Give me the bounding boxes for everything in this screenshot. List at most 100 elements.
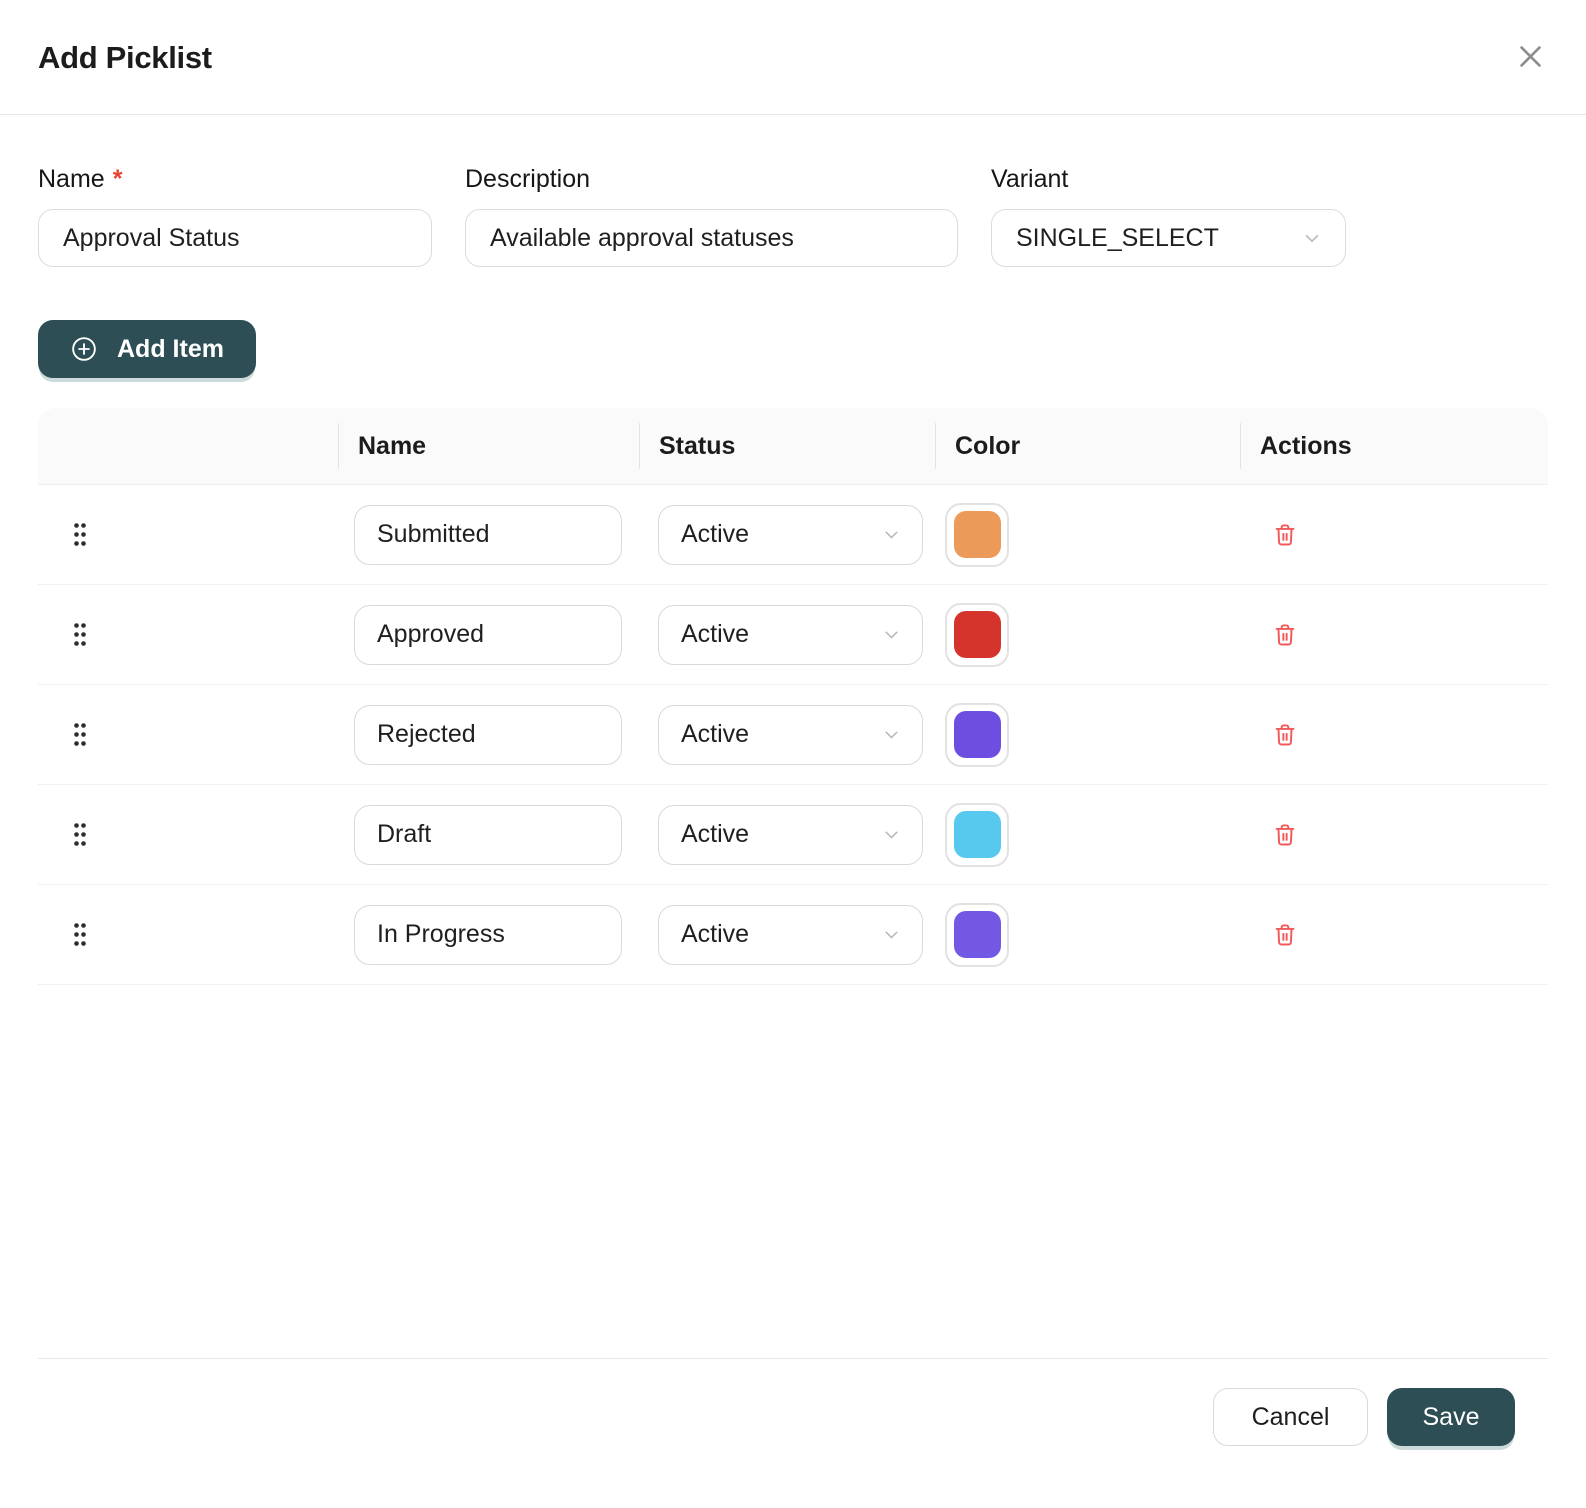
delete-item-button[interactable] bbox=[1264, 514, 1306, 556]
add-item-button[interactable]: Add Item bbox=[38, 320, 256, 378]
color-swatch bbox=[953, 611, 1001, 658]
item-status-select[interactable]: Active bbox=[658, 704, 923, 765]
cell-name bbox=[338, 504, 639, 565]
item-status-value: Active bbox=[681, 720, 750, 748]
page-title: Add Picklist bbox=[38, 40, 212, 75]
drag-dots-icon bbox=[72, 621, 88, 648]
cell-actions bbox=[1240, 514, 1548, 556]
chevron-down-icon bbox=[881, 824, 902, 845]
modal-header: Add Picklist bbox=[0, 0, 1586, 115]
color-swatch bbox=[953, 711, 1001, 758]
column-header-handle bbox=[38, 408, 338, 484]
item-name-input[interactable] bbox=[354, 504, 622, 565]
column-header-actions: Actions bbox=[1240, 408, 1548, 484]
table-row: Active bbox=[38, 885, 1548, 985]
delete-item-button[interactable] bbox=[1264, 814, 1306, 856]
chevron-down-icon bbox=[881, 624, 902, 645]
item-name-input[interactable] bbox=[354, 904, 622, 965]
item-name-input[interactable] bbox=[354, 804, 622, 865]
item-status-select[interactable]: Active bbox=[658, 904, 923, 965]
table-row: Active bbox=[38, 485, 1548, 585]
close-icon bbox=[1514, 40, 1547, 73]
variant-select[interactable]: SINGLE_SELECT bbox=[991, 209, 1346, 267]
plus-circle-icon bbox=[70, 335, 98, 363]
drag-dots-icon bbox=[72, 521, 88, 548]
description-input[interactable] bbox=[465, 209, 958, 267]
cell-handle bbox=[38, 517, 338, 553]
picklist-items-table: Name Status Color Actions Active bbox=[38, 408, 1548, 985]
cell-status: Active bbox=[639, 704, 935, 765]
picklist-form: Name* Description Variant SINGLE_SELECT bbox=[38, 165, 1548, 267]
color-swatch-button[interactable] bbox=[945, 902, 1009, 967]
cell-handle bbox=[38, 917, 338, 953]
color-swatch bbox=[953, 911, 1001, 958]
drag-dots-icon bbox=[72, 821, 88, 848]
drag-dots-icon bbox=[72, 721, 88, 748]
item-name-input[interactable] bbox=[354, 704, 622, 765]
color-swatch bbox=[953, 811, 1001, 858]
cell-color bbox=[935, 502, 1240, 567]
cell-actions bbox=[1240, 714, 1548, 756]
chevron-down-icon bbox=[881, 524, 902, 545]
close-button[interactable] bbox=[1512, 38, 1548, 74]
drag-handle[interactable] bbox=[72, 917, 100, 953]
item-status-value: Active bbox=[681, 520, 750, 548]
drag-handle[interactable] bbox=[72, 817, 100, 853]
chevron-down-icon bbox=[881, 724, 902, 745]
cell-status: Active bbox=[639, 904, 935, 965]
cell-status: Active bbox=[639, 504, 935, 565]
modal-footer: Cancel Save bbox=[38, 1358, 1548, 1446]
cell-name bbox=[338, 904, 639, 965]
item-status-select[interactable]: Active bbox=[658, 504, 923, 565]
name-label-text: Name bbox=[38, 165, 105, 193]
name-label: Name * bbox=[38, 165, 432, 194]
add-item-label: Add Item bbox=[117, 334, 224, 363]
color-swatch-button[interactable] bbox=[945, 702, 1009, 767]
required-asterisk: * bbox=[112, 165, 123, 193]
cell-status: Active bbox=[639, 804, 935, 865]
color-swatch-button[interactable] bbox=[945, 502, 1009, 567]
item-status-select[interactable]: Active bbox=[658, 804, 923, 865]
item-status-select[interactable]: Active bbox=[658, 604, 923, 665]
variant-select-value: SINGLE_SELECT bbox=[1016, 223, 1219, 252]
cell-actions bbox=[1240, 614, 1548, 656]
cell-name bbox=[338, 604, 639, 665]
trash-icon bbox=[1271, 821, 1299, 849]
column-header-status: Status bbox=[639, 408, 935, 484]
trash-icon bbox=[1271, 921, 1299, 949]
column-header-name: Name bbox=[338, 408, 639, 484]
drag-handle[interactable] bbox=[72, 617, 100, 653]
cell-name bbox=[338, 704, 639, 765]
variant-field-group: Variant SINGLE_SELECT bbox=[991, 165, 1346, 267]
cancel-button[interactable]: Cancel bbox=[1213, 1388, 1368, 1446]
cell-name bbox=[338, 804, 639, 865]
cell-color bbox=[935, 602, 1240, 667]
delete-item-button[interactable] bbox=[1264, 714, 1306, 756]
drag-dots-icon bbox=[72, 921, 88, 948]
cell-handle bbox=[38, 717, 338, 753]
delete-item-button[interactable] bbox=[1264, 614, 1306, 656]
item-name-input[interactable] bbox=[354, 604, 622, 665]
cell-status: Active bbox=[639, 604, 935, 665]
cell-color bbox=[935, 902, 1240, 967]
cell-actions bbox=[1240, 814, 1548, 856]
color-swatch-button[interactable] bbox=[945, 802, 1009, 867]
color-swatch-button[interactable] bbox=[945, 602, 1009, 667]
name-input[interactable] bbox=[38, 209, 432, 267]
table-row: Active bbox=[38, 785, 1548, 885]
trash-icon bbox=[1271, 721, 1299, 749]
chevron-down-icon bbox=[881, 924, 902, 945]
color-swatch bbox=[953, 511, 1001, 558]
table-body: Active bbox=[38, 485, 1548, 985]
trash-icon bbox=[1271, 621, 1299, 649]
description-field-group: Description bbox=[465, 165, 958, 267]
cell-handle bbox=[38, 817, 338, 853]
drag-handle[interactable] bbox=[72, 717, 100, 753]
drag-handle[interactable] bbox=[72, 517, 100, 553]
table-header-row: Name Status Color Actions bbox=[38, 408, 1548, 485]
column-header-color: Color bbox=[935, 408, 1240, 484]
cell-handle bbox=[38, 617, 338, 653]
trash-icon bbox=[1271, 521, 1299, 549]
save-button[interactable]: Save bbox=[1387, 1388, 1515, 1446]
delete-item-button[interactable] bbox=[1264, 914, 1306, 956]
